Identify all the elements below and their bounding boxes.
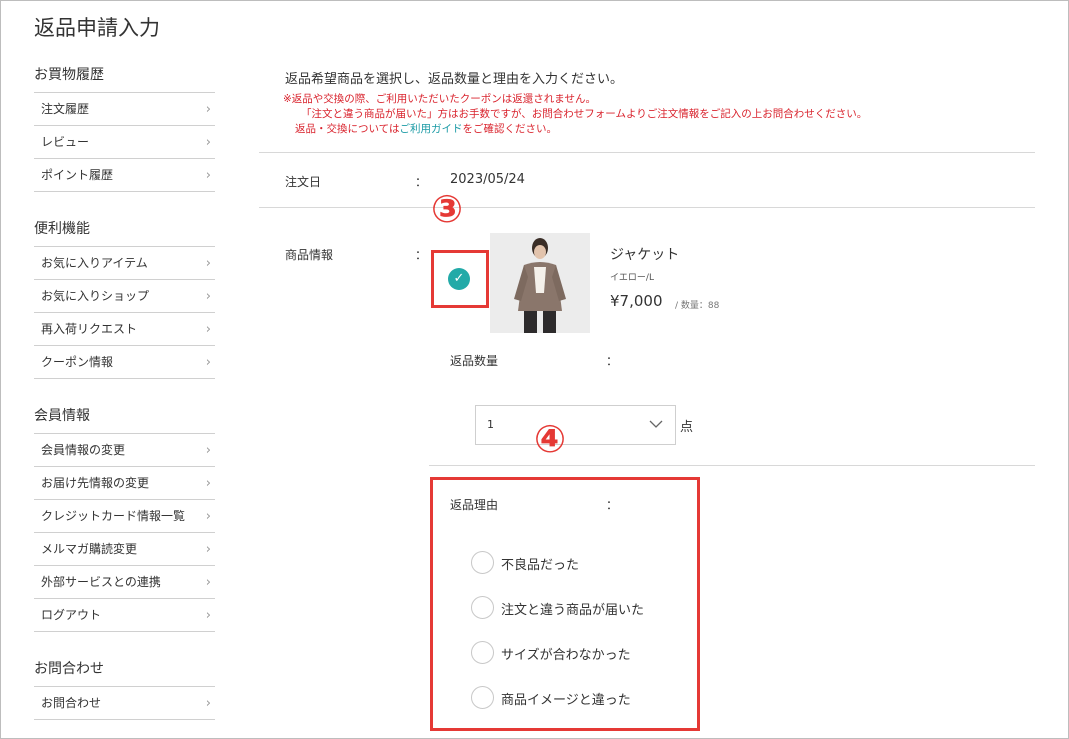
sidebar-item-label: レビュー [41,135,90,149]
chevron-right-icon: › [205,476,211,491]
sidebar-item-external-services[interactable]: 外部サービスとの連携 › [34,566,215,599]
sidebar-item-delivery-address[interactable]: お届け先情報の変更 › [34,467,215,500]
return-reason-label: 返品理由 [450,498,499,512]
product-stock: / 数量：88 [675,301,720,311]
colon: ： [415,175,428,189]
sidebar-item-logout[interactable]: ログアウト › [34,599,215,632]
chevron-right-icon: › [205,256,211,271]
product-select-highlight: ✓ [431,250,489,308]
product-photo-graphic [490,233,590,333]
chevron-right-icon: › [205,443,211,458]
colon: ： [415,248,428,262]
check-icon: ✓ [453,271,465,286]
sidebar-item-label: お気に入りショップ [41,289,150,303]
chevron-right-icon: › [205,509,211,524]
return-reason-highlight: 返品理由 ： 不良品だった 注文と違う商品が届いた サイズが合わなかった 商品イ… [430,477,700,731]
sidebar-item-label: 再入荷リクエスト [41,322,138,336]
divider [259,152,1035,153]
sidebar-item-label: お届け先情報の変更 [41,476,150,490]
sidebar-item-label: ログアウト [41,608,102,622]
order-date-value: 2023/05/24 [450,172,525,187]
colon: ： [606,354,619,368]
sidebar-section-history: お買物履歴 注文履歴 › レビュー › ポイント履歴 › [34,58,215,192]
radio-button[interactable] [471,596,494,619]
quantity-unit: 点 [680,420,694,435]
sidebar-item-label: 注文履歴 [41,102,90,116]
sidebar-section-member: 会員情報 会員情報の変更 › お届け先情報の変更 › クレジットカード情報一覧 › メ… [34,399,215,632]
sidebar-item-restock-request[interactable]: 再入荷リクエスト › [34,313,215,346]
chevron-right-icon: › [205,289,211,304]
sidebar-item-label: 会員情報の変更 [41,443,126,457]
product-image [490,233,590,333]
usage-guide-link[interactable]: ご利用ガイド [399,123,462,135]
chevron-right-icon: › [205,322,211,337]
sidebar-item-favorite-items[interactable]: お気に入りアイテム › [34,247,215,280]
notice-line: 「注文と違う商品が届いた」方はお手数ですが、お問合わせフォームよりご注文情報をご… [301,108,868,120]
chevron-right-icon: › [205,168,211,183]
sidebar-item-member-info[interactable]: 会員情報の変更 › [34,434,215,467]
notice-block: ※返品や交換の際、ご利用いただいたクーポンは返還されません。 「注文と違う商品が… [283,92,867,137]
reason-option-label: サイズが合わなかった [501,648,631,663]
sidebar-item-newsletter[interactable]: メルマガ購読変更 › [34,533,215,566]
sidebar-item-label: ポイント履歴 [41,168,114,182]
chevron-right-icon: › [205,135,211,150]
sidebar-section-tools: 便利機能 お気に入りアイテム › お気に入りショップ › 再入荷リクエスト › クーポ… [34,212,215,379]
product-info-label: 商品情報 [285,248,334,262]
sidebar-section-contact: お問合わせ お問合わせ › [34,652,215,720]
chevron-right-icon: › [205,542,211,557]
return-quantity-value: 1 [487,418,494,431]
reason-option-label: 不良品だった [501,558,580,573]
sidebar-item-contact[interactable]: お問合わせ › [34,687,215,720]
chevron-down-icon [649,420,663,428]
sidebar-item-point-history[interactable]: ポイント履歴 › [34,159,215,192]
product-name: ジャケット [610,247,680,263]
sidebar-item-label: メルマガ購読変更 [41,542,138,556]
step-3-marker: ③ [431,187,464,231]
chevron-right-icon: › [205,102,211,117]
sidebar-item-coupons[interactable]: クーポン情報 › [34,346,215,379]
sidebar-item-order-history[interactable]: 注文履歴 › [34,93,215,126]
sidebar-item-favorite-shops[interactable]: お気に入りショップ › [34,280,215,313]
sidebar-heading: 会員情報 [34,399,215,434]
sidebar-heading: 便利機能 [34,212,215,247]
order-date-label: 注文日 [285,175,322,189]
sidebar-item-credit-cards[interactable]: クレジットカード情報一覧 › [34,500,215,533]
product-select-checkbox[interactable]: ✓ [448,268,470,290]
chevron-right-icon: › [205,608,211,623]
sidebar: お買物履歴 注文履歴 › レビュー › ポイント履歴 › 便利機能 お気に入りアイテム… [34,58,215,720]
reason-option-label: 商品イメージと違った [501,693,631,708]
sidebar-item-label: クレジットカード情報一覧 [41,509,186,523]
sidebar-heading: お問合わせ [34,652,215,687]
intro-text: 返品希望商品を選択し、返品数量と理由を入力ください。 [285,72,624,87]
radio-button[interactable] [471,551,494,574]
step-4-marker: ④ [534,417,567,461]
radio-button[interactable] [471,686,494,709]
sidebar-heading: お買物履歴 [34,58,215,93]
divider [259,207,1035,208]
return-form: 返品希望商品を選択し、返品数量と理由を入力ください。 ※返品や交換の際、ご利用い… [259,0,1035,739]
notice-line: 返品・交換についてはご利用ガイドをご確認ください。 [295,123,557,135]
sidebar-item-label: 外部サービスとの連携 [41,575,161,589]
return-quantity-select[interactable]: 1 [475,405,676,445]
radio-button[interactable] [471,641,494,664]
chevron-right-icon: › [205,575,211,590]
product-price: ¥7,000 [610,292,663,310]
return-quantity-label: 返品数量 [450,354,499,368]
sidebar-item-reviews[interactable]: レビュー › [34,126,215,159]
reason-option-label: 注文と違う商品が届いた [501,603,645,618]
sidebar-item-label: クーポン情報 [41,355,114,369]
divider [429,465,1035,466]
sidebar-item-label: お問合わせ [41,696,102,710]
chevron-right-icon: › [205,355,211,370]
product-variant: イエロー/L [610,273,654,283]
page-title: 返品申請入力 [34,16,160,40]
chevron-right-icon: › [205,696,211,711]
sidebar-item-label: お気に入りアイテム [41,256,148,270]
notice-line: ※返品や交換の際、ご利用いただいたクーポンは返還されません。 [283,93,596,105]
colon: ： [606,498,619,512]
